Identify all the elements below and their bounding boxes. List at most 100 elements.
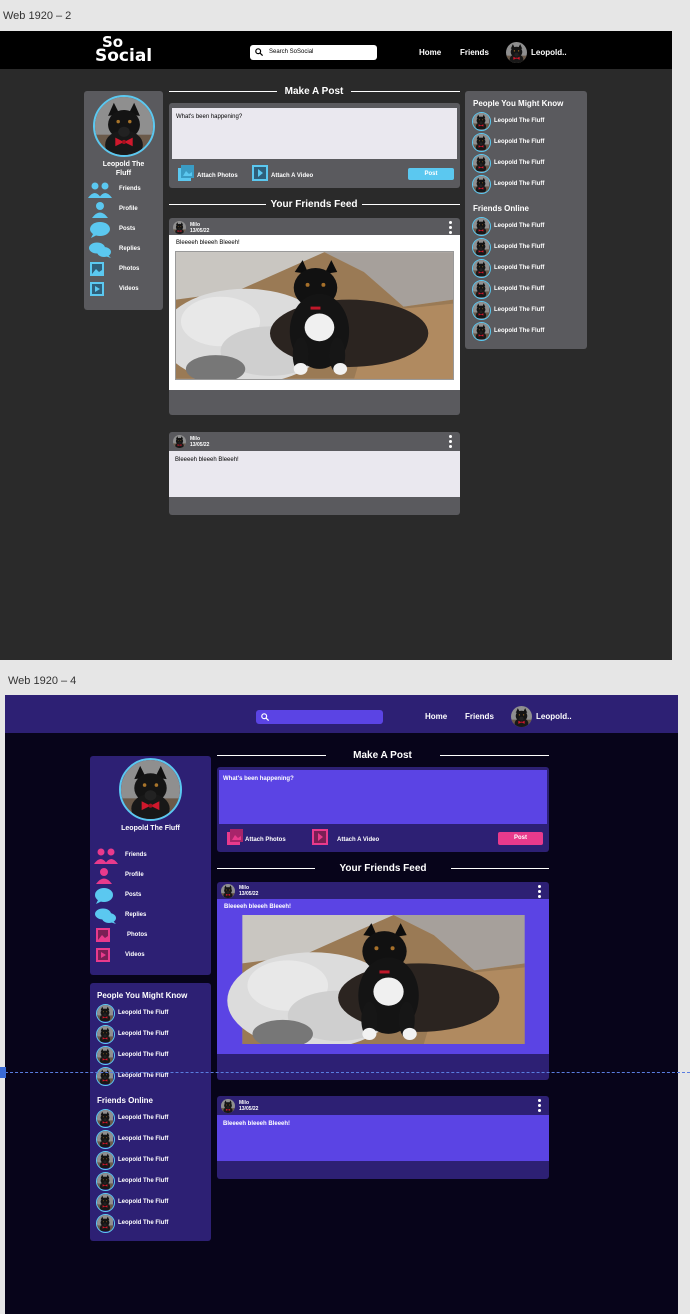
posts-icon <box>95 888 113 904</box>
make-post-title: Make A Post <box>284 86 344 97</box>
sidenav-replies[interactable]: Replies <box>88 242 140 260</box>
author-avatar[interactable] <box>173 221 186 234</box>
nav-friends[interactable]: Friends <box>460 48 489 57</box>
attach-video-icon <box>312 829 328 845</box>
post-author-meta: Milo 13/05/22 <box>190 222 210 234</box>
divider <box>217 868 315 869</box>
posts-icon <box>90 222 110 238</box>
author-avatar[interactable] <box>221 884 235 898</box>
sosocial-logo[interactable]: So Social <box>95 34 152 66</box>
sidenav-videos[interactable]: Videos <box>94 948 145 966</box>
search-input[interactable]: Search SoSocial <box>250 45 377 60</box>
more-options-icon[interactable] <box>449 221 452 236</box>
feed-post: Milo 13/05/22 Bleeeeh bleeeh Bleeeh! <box>169 218 460 415</box>
post-body: Bleeeeh bleeeh Bleeeh! <box>169 235 460 390</box>
sidenav-replies[interactable]: Replies <box>94 908 146 926</box>
sidenav-videos[interactable]: Videos <box>88 282 139 300</box>
profile-icon <box>96 868 112 884</box>
post-body: Bleeeeh bleeeh Bleeeh! <box>217 1115 549 1161</box>
user-avatar[interactable] <box>506 42 527 63</box>
profile-card: Leopold The Fluff Friends Profile Posts … <box>90 756 211 975</box>
divider <box>351 91 460 92</box>
feed-post: Milo 13/05/22 Bleeeeh bleeeh Bleeeh! <box>217 882 549 1080</box>
nav-home[interactable]: Home <box>425 712 447 721</box>
friends-online-title: Friends Online <box>97 1096 154 1105</box>
search-icon <box>261 713 269 721</box>
sidenav-profile[interactable]: Profile <box>94 868 144 886</box>
divider <box>362 204 460 205</box>
attach-video-button[interactable]: Attach A Video <box>252 165 313 183</box>
author-avatar[interactable] <box>173 435 186 448</box>
make-post-card: What's been happening? Attach Photos Att… <box>169 103 460 188</box>
nav-user-name[interactable]: Leopold.. <box>536 712 572 721</box>
post-text: Bleeeeh bleeeh Bleeeh! <box>223 1121 291 1127</box>
post-author-meta: Milo 13/05/22 <box>239 885 259 897</box>
nav-friends[interactable]: Friends <box>465 712 494 721</box>
guide-line <box>0 1072 690 1073</box>
search-placeholder: Search SoSocial <box>269 49 314 55</box>
profile-icon <box>92 202 108 218</box>
profile-name: Leopold The Fluff <box>121 825 180 832</box>
post-photo[interactable] <box>223 915 544 1044</box>
make-post-card: What's been happening? Attach Photos Att… <box>217 767 549 852</box>
post-textarea[interactable]: What's been happening? <box>219 770 547 824</box>
post-button[interactable]: Post <box>498 832 543 845</box>
make-post-title: Make A Post <box>353 750 412 761</box>
attach-photos-icon <box>227 829 243 845</box>
sidenav-posts[interactable]: Posts <box>88 222 135 240</box>
post-author-meta: Milo 13/05/22 <box>239 1100 259 1112</box>
post-body: Bleeeeh bleeeh Bleeeh! <box>217 899 549 1054</box>
more-options-icon[interactable] <box>538 885 541 900</box>
post-text: Bleeeeh bleeeh Bleeeh! <box>175 457 239 463</box>
attach-photos-button[interactable]: Attach Photos <box>227 829 286 847</box>
photos-icon <box>90 262 104 276</box>
search-input[interactable] <box>256 710 383 724</box>
profile-avatar[interactable] <box>119 758 182 821</box>
top-navbar: Home Friends Leopold.. <box>5 695 678 733</box>
right-panel: People You Might Know Leopold The Fluff … <box>465 91 587 349</box>
friends-icon <box>94 848 118 864</box>
sidenav-profile[interactable]: Profile <box>88 202 138 220</box>
divider <box>451 868 549 869</box>
sidenav-photos[interactable]: Photos <box>88 262 139 280</box>
guide-handle[interactable] <box>0 1067 6 1078</box>
friends-online-title: Friends Online <box>473 204 530 213</box>
attach-video-icon <box>252 165 268 181</box>
logo-line-2: Social <box>95 46 153 66</box>
artboard-dark-theme: So Social Search SoSocial Home Friends L… <box>0 31 672 660</box>
attach-photos-icon <box>178 165 194 181</box>
post-button[interactable]: Post <box>408 168 454 180</box>
people-you-might-know-title: People You Might Know <box>97 991 188 1000</box>
feed-title: Your Friends Feed <box>339 863 427 874</box>
more-options-icon[interactable] <box>538 1099 541 1114</box>
post-textarea[interactable]: What's been happening? <box>172 108 457 159</box>
videos-icon <box>96 948 110 962</box>
nav-home[interactable]: Home <box>419 48 441 57</box>
artboard-label: Web 1920 – 2 <box>3 10 72 22</box>
post-photo[interactable] <box>175 251 454 380</box>
sidenav-posts[interactable]: Posts <box>94 888 141 906</box>
post-text: Bleeeeh bleeeh Bleeeh! <box>176 240 240 246</box>
feed-post: Milo 13/05/22 Bleeeeh bleeeh Bleeeh! <box>217 1096 549 1179</box>
sidenav-friends[interactable]: Friends <box>88 182 141 200</box>
nav-user-name[interactable]: Leopold.. <box>531 48 567 57</box>
friends-icon <box>88 182 112 198</box>
profile-avatar[interactable] <box>93 95 155 157</box>
sidenav-friends[interactable]: Friends <box>94 848 147 866</box>
divider <box>169 91 277 92</box>
author-avatar[interactable] <box>221 1099 235 1113</box>
more-options-icon[interactable] <box>449 435 452 450</box>
replies-icon <box>89 242 111 258</box>
photos-icon <box>96 928 110 942</box>
profile-card: Leopold The Fluff Friends Profile Posts R… <box>84 91 163 310</box>
divider <box>440 755 549 756</box>
attach-video-button[interactable]: Attach A Video <box>312 829 379 847</box>
sidenav-photos[interactable]: Photos <box>94 928 147 946</box>
feed-title: Your Friends Feed <box>270 199 358 210</box>
artboard-label: Web 1920 – 4 <box>8 675 77 687</box>
search-icon <box>255 48 263 56</box>
post-placeholder: What's been happening? <box>176 114 243 120</box>
attach-photos-button[interactable]: Attach Photos <box>178 165 238 183</box>
feed-post: Milo 13/05/22 Bleeeeh bleeeh Bleeeh! <box>169 432 460 515</box>
user-avatar[interactable] <box>511 706 532 727</box>
